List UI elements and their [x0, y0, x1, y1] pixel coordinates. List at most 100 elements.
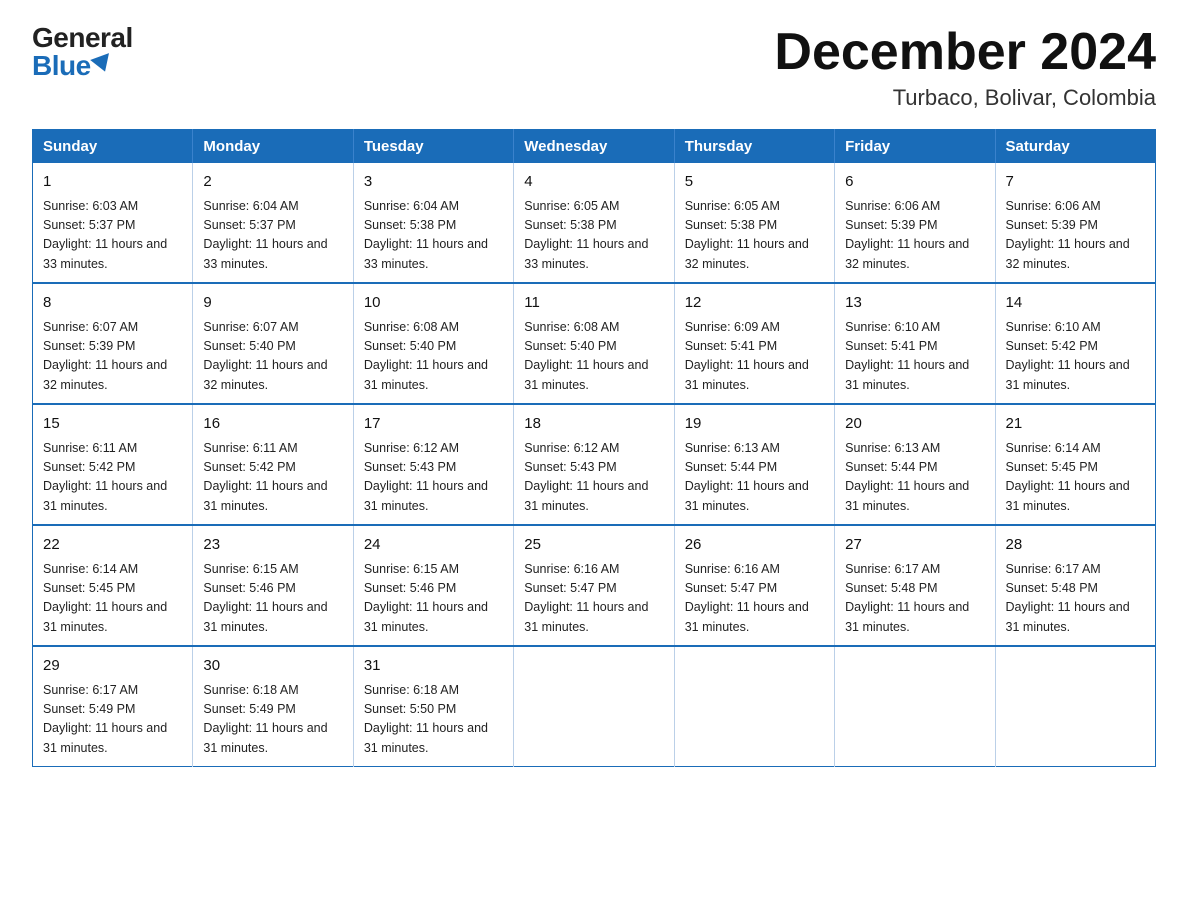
day-number: 16 — [203, 413, 342, 436]
day-info: Sunrise: 6:11 AMSunset: 5:42 PMDaylight:… — [43, 441, 167, 513]
day-number: 5 — [685, 171, 824, 194]
day-number: 26 — [685, 534, 824, 557]
day-cell: 21 Sunrise: 6:14 AMSunset: 5:45 PMDaylig… — [995, 404, 1155, 525]
day-number: 18 — [524, 413, 663, 436]
day-number: 19 — [685, 413, 824, 436]
day-cell: 3 Sunrise: 6:04 AMSunset: 5:38 PMDayligh… — [353, 163, 513, 283]
logo: General Blue — [32, 24, 133, 80]
calendar-table: SundayMondayTuesdayWednesdayThursdayFrid… — [32, 129, 1156, 767]
logo-blue-text: Blue — [32, 52, 113, 80]
day-info: Sunrise: 6:11 AMSunset: 5:42 PMDaylight:… — [203, 441, 327, 513]
day-number: 7 — [1006, 171, 1145, 194]
day-number: 3 — [364, 171, 503, 194]
page-subtitle: Turbaco, Bolivar, Colombia — [774, 85, 1156, 111]
day-number: 23 — [203, 534, 342, 557]
day-number: 2 — [203, 171, 342, 194]
logo-general-text: General — [32, 24, 133, 52]
day-info: Sunrise: 6:07 AMSunset: 5:40 PMDaylight:… — [203, 320, 327, 392]
day-info: Sunrise: 6:03 AMSunset: 5:37 PMDaylight:… — [43, 199, 167, 271]
day-number: 11 — [524, 292, 663, 315]
day-cell: 5 Sunrise: 6:05 AMSunset: 5:38 PMDayligh… — [674, 163, 834, 283]
weekday-header-friday: Friday — [835, 130, 995, 164]
week-row-3: 15 Sunrise: 6:11 AMSunset: 5:42 PMDaylig… — [33, 404, 1156, 525]
day-number: 13 — [845, 292, 984, 315]
day-cell: 20 Sunrise: 6:13 AMSunset: 5:44 PMDaylig… — [835, 404, 995, 525]
day-info: Sunrise: 6:09 AMSunset: 5:41 PMDaylight:… — [685, 320, 809, 392]
day-number: 20 — [845, 413, 984, 436]
day-number: 29 — [43, 655, 182, 678]
weekday-header-thursday: Thursday — [674, 130, 834, 164]
day-cell: 29 Sunrise: 6:17 AMSunset: 5:49 PMDaylig… — [33, 646, 193, 767]
day-cell: 18 Sunrise: 6:12 AMSunset: 5:43 PMDaylig… — [514, 404, 674, 525]
day-number: 4 — [524, 171, 663, 194]
weekday-header-saturday: Saturday — [995, 130, 1155, 164]
day-cell: 9 Sunrise: 6:07 AMSunset: 5:40 PMDayligh… — [193, 283, 353, 404]
day-number: 30 — [203, 655, 342, 678]
day-info: Sunrise: 6:17 AMSunset: 5:48 PMDaylight:… — [1006, 562, 1130, 634]
day-cell — [674, 646, 834, 767]
day-number: 14 — [1006, 292, 1145, 315]
day-cell: 27 Sunrise: 6:17 AMSunset: 5:48 PMDaylig… — [835, 525, 995, 646]
day-number: 9 — [203, 292, 342, 315]
day-info: Sunrise: 6:10 AMSunset: 5:41 PMDaylight:… — [845, 320, 969, 392]
day-number: 25 — [524, 534, 663, 557]
day-number: 27 — [845, 534, 984, 557]
day-info: Sunrise: 6:04 AMSunset: 5:37 PMDaylight:… — [203, 199, 327, 271]
day-cell: 4 Sunrise: 6:05 AMSunset: 5:38 PMDayligh… — [514, 163, 674, 283]
day-number: 28 — [1006, 534, 1145, 557]
day-number: 12 — [685, 292, 824, 315]
day-cell — [514, 646, 674, 767]
day-info: Sunrise: 6:06 AMSunset: 5:39 PMDaylight:… — [845, 199, 969, 271]
day-cell: 6 Sunrise: 6:06 AMSunset: 5:39 PMDayligh… — [835, 163, 995, 283]
day-info: Sunrise: 6:12 AMSunset: 5:43 PMDaylight:… — [524, 441, 648, 513]
week-row-2: 8 Sunrise: 6:07 AMSunset: 5:39 PMDayligh… — [33, 283, 1156, 404]
day-number: 8 — [43, 292, 182, 315]
day-cell: 30 Sunrise: 6:18 AMSunset: 5:49 PMDaylig… — [193, 646, 353, 767]
day-info: Sunrise: 6:17 AMSunset: 5:49 PMDaylight:… — [43, 683, 167, 755]
day-number: 1 — [43, 171, 182, 194]
page-title: December 2024 — [774, 24, 1156, 81]
day-cell: 12 Sunrise: 6:09 AMSunset: 5:41 PMDaylig… — [674, 283, 834, 404]
day-cell: 19 Sunrise: 6:13 AMSunset: 5:44 PMDaylig… — [674, 404, 834, 525]
weekday-header-monday: Monday — [193, 130, 353, 164]
day-info: Sunrise: 6:16 AMSunset: 5:47 PMDaylight:… — [685, 562, 809, 634]
day-info: Sunrise: 6:10 AMSunset: 5:42 PMDaylight:… — [1006, 320, 1130, 392]
day-info: Sunrise: 6:05 AMSunset: 5:38 PMDaylight:… — [524, 199, 648, 271]
day-cell: 11 Sunrise: 6:08 AMSunset: 5:40 PMDaylig… — [514, 283, 674, 404]
day-number: 31 — [364, 655, 503, 678]
day-info: Sunrise: 6:18 AMSunset: 5:49 PMDaylight:… — [203, 683, 327, 755]
day-cell: 16 Sunrise: 6:11 AMSunset: 5:42 PMDaylig… — [193, 404, 353, 525]
day-cell: 10 Sunrise: 6:08 AMSunset: 5:40 PMDaylig… — [353, 283, 513, 404]
day-info: Sunrise: 6:06 AMSunset: 5:39 PMDaylight:… — [1006, 199, 1130, 271]
day-info: Sunrise: 6:08 AMSunset: 5:40 PMDaylight:… — [364, 320, 488, 392]
day-number: 22 — [43, 534, 182, 557]
calendar-header: SundayMondayTuesdayWednesdayThursdayFrid… — [33, 130, 1156, 164]
logo-triangle-icon — [90, 53, 114, 75]
day-cell: 7 Sunrise: 6:06 AMSunset: 5:39 PMDayligh… — [995, 163, 1155, 283]
day-cell: 13 Sunrise: 6:10 AMSunset: 5:41 PMDaylig… — [835, 283, 995, 404]
week-row-4: 22 Sunrise: 6:14 AMSunset: 5:45 PMDaylig… — [33, 525, 1156, 646]
weekday-header-row: SundayMondayTuesdayWednesdayThursdayFrid… — [33, 130, 1156, 164]
title-block: December 2024 Turbaco, Bolivar, Colombia — [774, 24, 1156, 111]
day-info: Sunrise: 6:13 AMSunset: 5:44 PMDaylight:… — [845, 441, 969, 513]
day-number: 15 — [43, 413, 182, 436]
day-cell — [995, 646, 1155, 767]
day-info: Sunrise: 6:17 AMSunset: 5:48 PMDaylight:… — [845, 562, 969, 634]
day-cell — [835, 646, 995, 767]
day-number: 17 — [364, 413, 503, 436]
day-info: Sunrise: 6:07 AMSunset: 5:39 PMDaylight:… — [43, 320, 167, 392]
day-info: Sunrise: 6:04 AMSunset: 5:38 PMDaylight:… — [364, 199, 488, 271]
day-info: Sunrise: 6:12 AMSunset: 5:43 PMDaylight:… — [364, 441, 488, 513]
page-header: General Blue December 2024 Turbaco, Boli… — [32, 24, 1156, 111]
day-number: 6 — [845, 171, 984, 194]
day-info: Sunrise: 6:05 AMSunset: 5:38 PMDaylight:… — [685, 199, 809, 271]
day-cell: 14 Sunrise: 6:10 AMSunset: 5:42 PMDaylig… — [995, 283, 1155, 404]
day-number: 21 — [1006, 413, 1145, 436]
day-info: Sunrise: 6:18 AMSunset: 5:50 PMDaylight:… — [364, 683, 488, 755]
day-info: Sunrise: 6:14 AMSunset: 5:45 PMDaylight:… — [1006, 441, 1130, 513]
weekday-header-tuesday: Tuesday — [353, 130, 513, 164]
week-row-1: 1 Sunrise: 6:03 AMSunset: 5:37 PMDayligh… — [33, 163, 1156, 283]
day-info: Sunrise: 6:08 AMSunset: 5:40 PMDaylight:… — [524, 320, 648, 392]
day-cell: 24 Sunrise: 6:15 AMSunset: 5:46 PMDaylig… — [353, 525, 513, 646]
day-cell: 23 Sunrise: 6:15 AMSunset: 5:46 PMDaylig… — [193, 525, 353, 646]
